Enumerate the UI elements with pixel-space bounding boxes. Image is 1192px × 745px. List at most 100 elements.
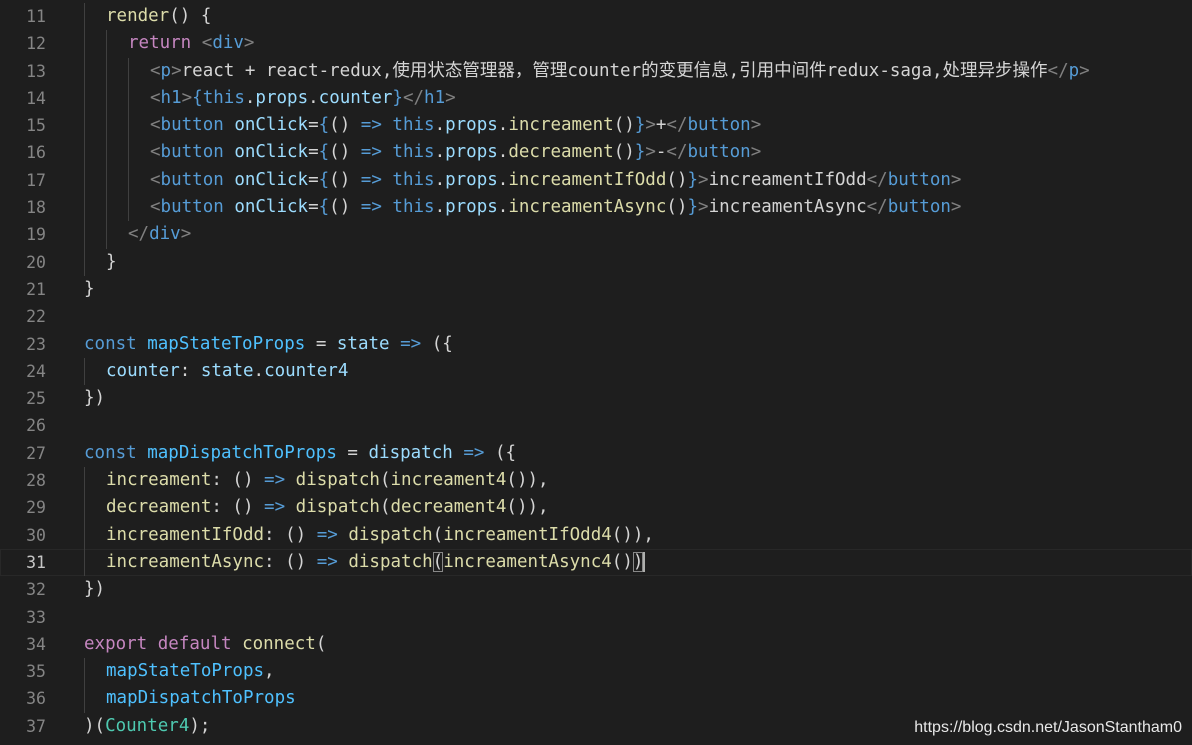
code-token: onClick	[234, 197, 309, 218]
code-line[interactable]: 12 return <div>	[0, 30, 1192, 58]
code-token: this	[392, 169, 435, 190]
code-text: decreament: () => dispatch(decreament4()…	[106, 494, 549, 521]
indent-guide	[84, 139, 85, 167]
code-text: render() {	[106, 3, 211, 30]
code-token: div	[149, 224, 181, 245]
indent-guide	[106, 84, 107, 113]
code-text: const mapDispatchToProps = dispatch => (…	[84, 440, 516, 467]
code-line[interactable]: 18 <button onClick={() => this.props.incr…	[0, 194, 1192, 222]
code-token: this	[392, 115, 435, 136]
line-number: 33	[26, 607, 46, 627]
indent-guide	[106, 57, 107, 85]
code-token: decreament	[106, 497, 212, 518]
line-number: 23	[26, 334, 46, 354]
code-token: >	[243, 33, 255, 54]
code-line[interactable]: 35 mapStateToProps,	[0, 658, 1192, 686]
indent-guide	[128, 57, 129, 85]
code-token: </	[666, 142, 688, 163]
code-line[interactable]: 29 decreament: () => dispatch(decreament4…	[0, 494, 1192, 522]
code-token: =>	[264, 497, 286, 518]
code-token: ()	[329, 197, 361, 218]
code-line[interactable]: 13 <p>react + react-redux,使用状态管理器，管理count…	[0, 57, 1192, 85]
code-line[interactable]: 17 <button onClick={() => this.props.incr…	[0, 166, 1192, 195]
code-token: ()),	[506, 497, 549, 518]
line-number: 29	[26, 498, 46, 518]
code-token: .	[497, 197, 509, 218]
code-line[interactable]: 30 increamentIfOdd: () => dispatch(increa…	[0, 521, 1192, 549]
code-line[interactable]: 15 <button onClick={() => this.props.incr…	[0, 112, 1192, 140]
code-token: =>	[360, 115, 382, 136]
code-line[interactable]: 27 const mapDispatchToProps = dispatch =>…	[0, 440, 1192, 467]
line-number: 22	[26, 307, 46, 327]
code-line[interactable]: 23 const mapStateToProps = state => ({	[0, 331, 1192, 358]
line-number: 18	[26, 198, 46, 218]
code-text: <button onClick={() => this.props.decrea…	[150, 139, 761, 166]
code-token: : ()	[211, 470, 265, 491]
code-token: {	[318, 197, 330, 218]
code-token: .	[308, 87, 319, 108]
code-token: =	[308, 142, 319, 163]
code-token: =	[308, 169, 319, 190]
line-number: 13	[26, 61, 46, 81]
code-token: );	[189, 715, 211, 736]
code-line[interactable]: 32})	[0, 576, 1192, 603]
code-text: increamentIfOdd: () => dispatch(increame…	[106, 522, 654, 549]
code-line[interactable]: 25})	[0, 385, 1192, 412]
code-token: =	[308, 197, 319, 218]
code-token: =>	[264, 470, 286, 491]
code-token: props	[255, 87, 309, 108]
code-token: =>	[360, 142, 382, 163]
code-token: onClick	[234, 169, 309, 190]
indent-guide	[84, 548, 85, 577]
indent-guide	[84, 221, 85, 249]
line-number: 14	[26, 88, 46, 108]
code-line[interactable]: 22	[0, 303, 1192, 330]
indent-guide	[84, 685, 85, 713]
code-token: button	[160, 197, 224, 218]
code-line[interactable]: 21}	[0, 276, 1192, 303]
code-token: })	[84, 579, 106, 600]
code-editor[interactable]: 11 render() {12 return <div> 13 <p>react + r…	[0, 3, 1192, 745]
code-token: (	[379, 497, 391, 518]
code-token: this	[392, 142, 435, 163]
code-token: -	[655, 142, 667, 163]
code-token: >	[181, 87, 193, 108]
code-line[interactable]: 33	[0, 604, 1192, 631]
code-token: decreament	[508, 142, 614, 163]
code-token: .	[253, 360, 265, 381]
line-number: 35	[26, 662, 46, 682]
code-line[interactable]: 14 <h1>{this.props.counter}</h1>	[0, 84, 1192, 113]
code-token: counter	[106, 360, 180, 381]
code-token: increamentIfOdd	[508, 169, 667, 190]
code-line[interactable]: 24 counter: state.counter4	[0, 357, 1192, 386]
code-token: }	[687, 169, 699, 190]
matched-bracket: )	[632, 551, 644, 572]
code-token: button	[160, 142, 224, 163]
code-text: counter: state.counter4	[106, 358, 348, 385]
code-line[interactable]: 19 </div>	[0, 221, 1192, 249]
code-line[interactable]: 20}	[0, 248, 1192, 276]
code-token: (	[315, 633, 327, 654]
code-token: state	[336, 333, 390, 354]
code-token: :	[179, 360, 201, 381]
code-token: () {	[169, 6, 212, 26]
code-token: mapStateToProps	[106, 661, 265, 682]
code-line[interactable]: 34 export default connect(	[0, 631, 1192, 658]
code-token: {	[318, 169, 330, 190]
code-line[interactable]: 28 increament: () => dispatch(increament4…	[0, 467, 1192, 495]
code-line[interactable]: 31 increamentAsync: () => dispatch(increa…	[0, 548, 1192, 577]
code-line[interactable]: 16 <button onClick={() => this.props.decr…	[0, 139, 1192, 167]
code-line[interactable]: 36 mapDispatchToProps	[0, 685, 1192, 713]
code-line[interactable]: 26	[0, 412, 1192, 439]
code-line[interactable]: 11 render() {	[0, 3, 1192, 31]
code-token: ()	[611, 551, 633, 572]
line-number: 24	[26, 361, 46, 381]
code-token: =>	[316, 551, 338, 572]
line-number: 34	[26, 634, 46, 654]
code-token: h1	[424, 87, 446, 108]
